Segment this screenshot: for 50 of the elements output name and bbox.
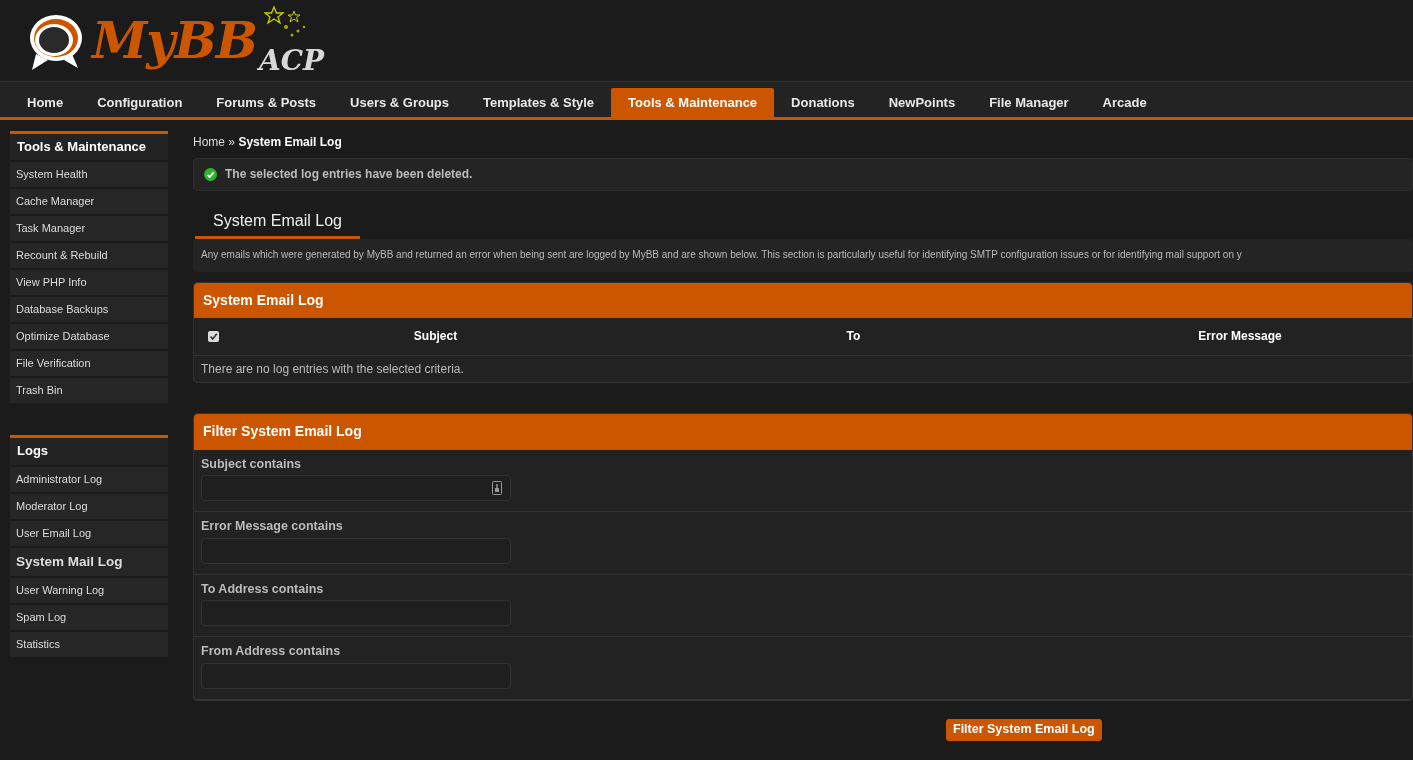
breadcrumb-link[interactable]: Home	[193, 135, 225, 149]
breadcrumb-current: System Email Log	[238, 135, 342, 149]
nav-tab[interactable]: Arcade	[1085, 88, 1164, 118]
sidebar-item[interactable]: View PHP Info	[10, 270, 168, 298]
sidebar-heading: Logs	[10, 438, 168, 467]
breadcrumb-separator: »	[228, 135, 236, 149]
column-header: To	[846, 329, 861, 343]
sidebar-item[interactable]: User Email Log	[10, 520, 168, 548]
column-header: Subject	[413, 329, 458, 343]
check-icon	[204, 168, 217, 181]
sidebar-item[interactable]: Spam Log	[10, 604, 168, 632]
empty-message: There are no log entries with the selected criteria.	[200, 361, 465, 378]
nav-tab[interactable]: NewPoints	[871, 88, 973, 118]
sidebar-item[interactable]: Statistics	[10, 631, 168, 659]
field-label: From Address contains	[201, 644, 342, 660]
sidebar-item[interactable]: Administrator Log	[10, 466, 168, 494]
field-label: Subject contains	[201, 456, 303, 473]
nav-tab[interactable]: Configuration	[80, 88, 200, 118]
alert-message: The selected log entries have been deleted.	[225, 167, 473, 182]
sidebar-heading: Tools & Maintenance	[10, 134, 168, 163]
page-description: Any emails which were generated by MyBB and returned an error when being sent are logged by MyBB and are shown below. This section is particularly useful for identifying SMTP configuration issues or for identifying mail support on y	[193, 239, 1413, 272]
sidebar-item[interactable]: Cache Manager	[10, 189, 168, 217]
stars-icon	[264, 4, 308, 39]
sidebar-item[interactable]: System Health	[10, 162, 168, 190]
sidebar-item[interactable]: Database Backups	[10, 297, 168, 325]
nav-tab[interactable]: Forums & Posts	[199, 88, 334, 118]
filter-title: Filter System Email Log	[194, 414, 1412, 450]
sidebar-item[interactable]: Recount & Rebuild	[10, 243, 168, 271]
table-title: System Email Log	[194, 282, 1412, 318]
logo-subtitle: ACP	[258, 46, 324, 75]
sidebar-item[interactable]: Trash Bin	[10, 378, 168, 406]
input-field[interactable]	[201, 475, 511, 502]
sidebar-item[interactable]: File Verification	[10, 351, 168, 379]
nav-tab[interactable]: Tools & Maintenance	[611, 88, 775, 118]
sidebar-item[interactable]: Optimize Database	[10, 324, 168, 352]
nav-tab[interactable]: Donations	[774, 88, 872, 118]
column-header: Error Message	[1198, 329, 1282, 343]
sidebar-item[interactable]: Moderator Log	[10, 493, 168, 521]
filter-button[interactable]: Filter System Email Log	[946, 719, 1102, 741]
nav-tab[interactable]: Home	[10, 88, 81, 118]
sidebar-item[interactable]: User Warning Log	[10, 577, 168, 605]
field-label: Error Message contains	[201, 519, 344, 535]
nav-tab[interactable]: Templates & Style	[466, 88, 612, 118]
sidebar-item[interactable]: System Mail Log	[10, 547, 168, 578]
checkbox[interactable]	[208, 331, 219, 342]
nav-tab[interactable]: Users & Groups	[333, 88, 466, 118]
field-label: To Address contains	[201, 581, 325, 598]
form-fill-icon[interactable]	[492, 481, 502, 496]
sidebar-item[interactable]: Task Manager	[10, 216, 168, 244]
nav-tab[interactable]: File Manager	[972, 88, 1086, 118]
